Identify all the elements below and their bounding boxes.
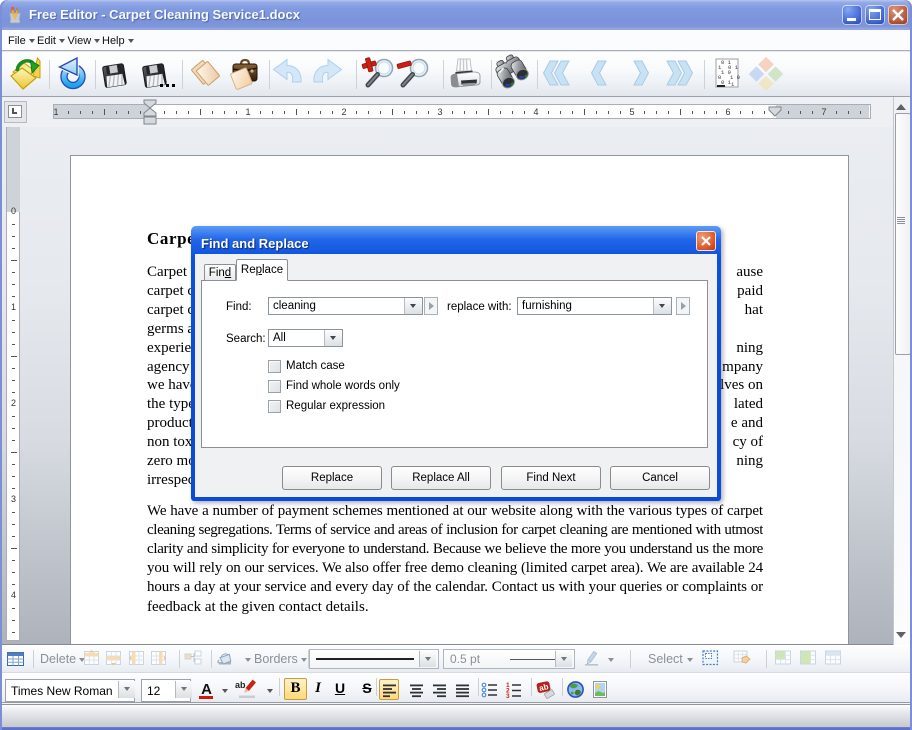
svg-text:3: 3 bbox=[506, 693, 510, 698]
svg-text:ab: ab bbox=[235, 680, 246, 690]
svg-text:ab: ab bbox=[538, 682, 549, 693]
